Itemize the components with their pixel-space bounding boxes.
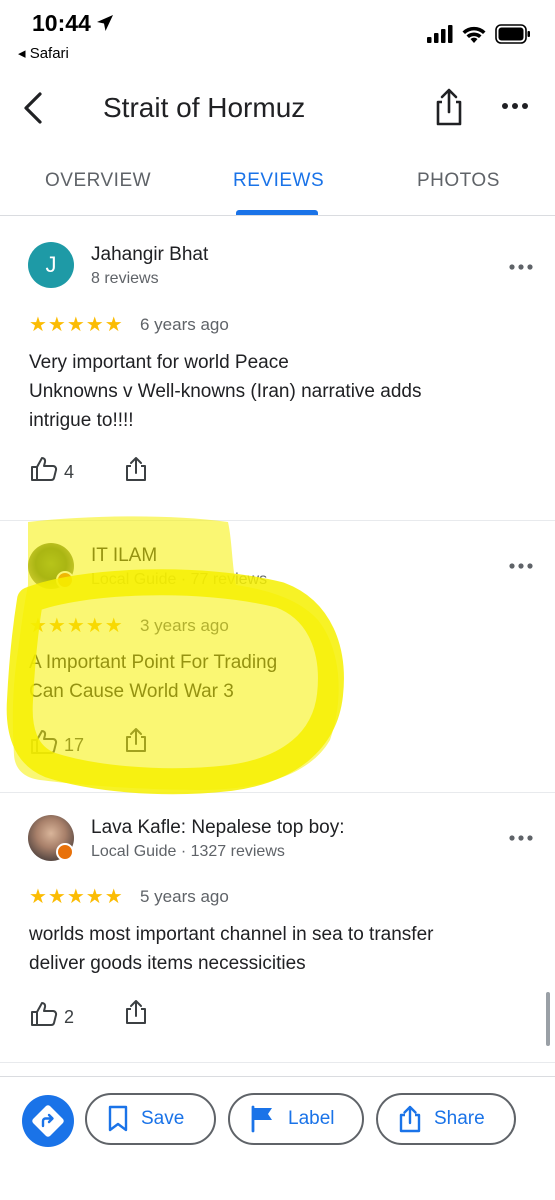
app-header: Strait of Hormuz [0, 78, 555, 138]
thumbs-up-icon[interactable] [30, 729, 58, 755]
share-label: Share [434, 1108, 485, 1129]
status-icons [427, 24, 531, 44]
reviewer-meta: Local Guide · 1327 reviews [91, 843, 285, 860]
status-bar: 10:44 ◂ Safari [0, 0, 555, 70]
flag-icon [251, 1105, 272, 1133]
label-button[interactable]: Label [228, 1093, 364, 1145]
thumbs-up-icon[interactable] [30, 456, 58, 482]
divider [0, 792, 555, 793]
avatar[interactable]: J [28, 242, 74, 288]
divider [0, 520, 555, 521]
review-text: A Important Point For Trading Can Cause … [29, 652, 278, 702]
save-button[interactable]: Save [85, 1093, 216, 1145]
save-label: Save [141, 1108, 185, 1129]
bottom-action-bar: Save Label Share [0, 1076, 555, 1200]
review-share-icon[interactable] [124, 999, 148, 1025]
review-more-icon[interactable] [508, 262, 534, 272]
review-more-icon[interactable] [508, 833, 534, 843]
page-title: Strait of Hormuz [103, 92, 306, 123]
location-arrow-icon [97, 15, 113, 31]
review-date: 5 years ago [140, 887, 229, 906]
label-label: Label [288, 1108, 335, 1129]
wifi-icon [462, 26, 486, 43]
reviewer-name[interactable]: Lava Kafle: Nepalese top boy: [91, 817, 345, 839]
directions-button[interactable] [22, 1095, 74, 1147]
bookmark-icon [108, 1105, 128, 1132]
star-rating: ★★★★★ [29, 314, 124, 336]
status-time: 10:44 [32, 10, 91, 36]
like-count: 17 [64, 735, 85, 755]
tab-photos[interactable]: PHOTOS [417, 170, 500, 192]
review-share-icon[interactable] [124, 456, 148, 482]
more-options-icon[interactable] [500, 96, 530, 116]
star-rating: ★★★★★ [29, 886, 124, 908]
divider [0, 1062, 555, 1063]
like-count: 2 [64, 1007, 75, 1027]
local-guide-badge-icon [56, 571, 74, 589]
scrollbar[interactable] [546, 992, 550, 1046]
share-button[interactable]: Share [376, 1093, 516, 1145]
tab-reviews[interactable]: REVIEWS [233, 170, 324, 192]
share-icon [399, 1105, 421, 1133]
back-to-safari-link[interactable]: ◂ Safari [18, 44, 69, 62]
star-rating: ★★★★★ [29, 615, 124, 637]
thumbs-up-icon[interactable] [30, 1001, 58, 1027]
review-text: worlds most important channel in sea to … [29, 924, 434, 974]
reviewer-meta: Local Guide · 77 reviews [91, 571, 268, 588]
active-tab-indicator [236, 210, 318, 215]
tab-bar: OVERVIEW REVIEWS PHOTOS [0, 150, 555, 216]
back-arrow-icon[interactable] [18, 88, 54, 128]
review-more-icon[interactable] [508, 561, 534, 571]
reviewer-name[interactable]: Jahangir Bhat [91, 244, 208, 266]
cellular-signal-icon [427, 25, 453, 43]
review-date: 3 years ago [140, 616, 229, 635]
like-count: 4 [64, 462, 75, 482]
local-guide-badge-icon [56, 843, 74, 861]
reviewer-meta: 8 reviews [91, 270, 159, 287]
directions-icon [32, 1105, 64, 1137]
reviewer-name[interactable]: IT ILAM [91, 545, 157, 567]
review-date: 6 years ago [140, 315, 229, 334]
tab-overview[interactable]: OVERVIEW [45, 170, 151, 192]
battery-icon [495, 24, 530, 44]
review-text: Very important for world Peace Unknowns … [29, 352, 422, 431]
share-icon[interactable] [432, 86, 466, 128]
review-share-icon[interactable] [124, 727, 148, 753]
